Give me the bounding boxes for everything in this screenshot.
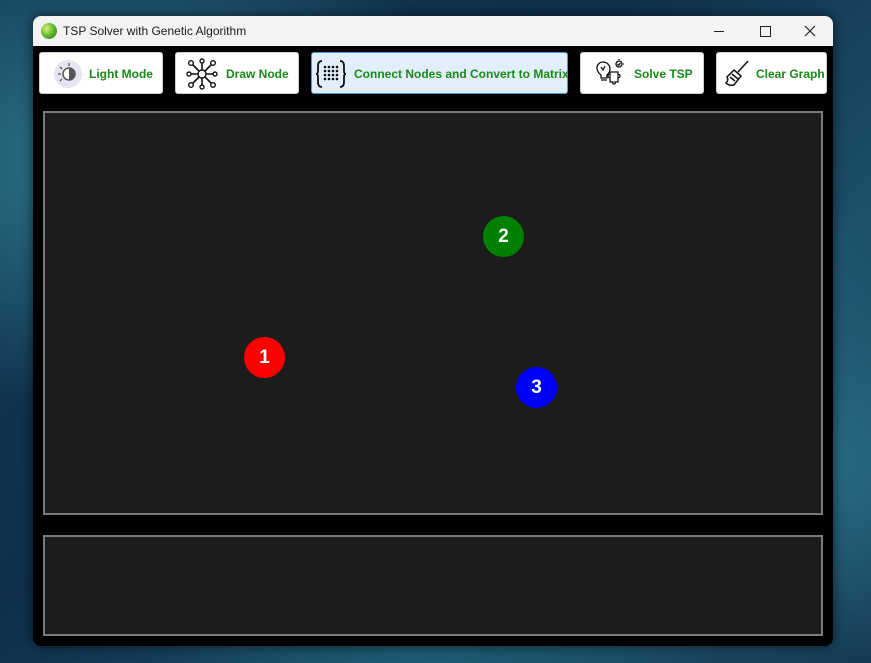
app-window: TSP Solver with Genetic Algorithm Light … [33,16,833,646]
connect-nodes-button[interactable]: Connect Nodes and Convert to Matrix [311,52,569,94]
graph-node[interactable]: 1 [244,337,285,378]
draw-node-label: Draw Node [226,67,289,81]
graph-canvas[interactable]: 1 2 3 [43,111,823,515]
maximize-icon [759,25,771,37]
graph-node[interactable]: 2 [483,216,524,257]
solve-tsp-button[interactable]: Solve TSP [580,52,704,94]
matrix-braces-icon [315,60,347,88]
minimize-icon [714,30,724,32]
graph-node[interactable]: 3 [516,367,557,408]
light-mode-icon [54,60,82,88]
close-icon [804,25,816,37]
window-title: TSP Solver with Genetic Algorithm [63,24,247,38]
output-panel [43,535,823,636]
light-mode-button[interactable]: Light Mode [39,52,163,94]
solve-tsp-label: Solve TSP [634,67,693,81]
network-nodes-icon [186,58,218,90]
broom-icon [724,60,749,86]
app-logo-icon [41,23,57,39]
close-button[interactable] [787,16,833,46]
title-bar[interactable]: TSP Solver with Genetic Algorithm [33,16,833,46]
draw-node-button[interactable]: Draw Node [175,52,299,94]
minimize-button[interactable] [696,16,742,46]
maximize-button[interactable] [742,16,788,46]
lightbulb-puzzle-icon [596,59,624,85]
light-mode-label: Light Mode [89,67,153,81]
clear-graph-button[interactable]: Clear Graph [716,52,827,94]
clear-graph-label: Clear Graph [756,67,825,81]
connect-nodes-label: Connect Nodes and Convert to Matrix [354,67,569,81]
